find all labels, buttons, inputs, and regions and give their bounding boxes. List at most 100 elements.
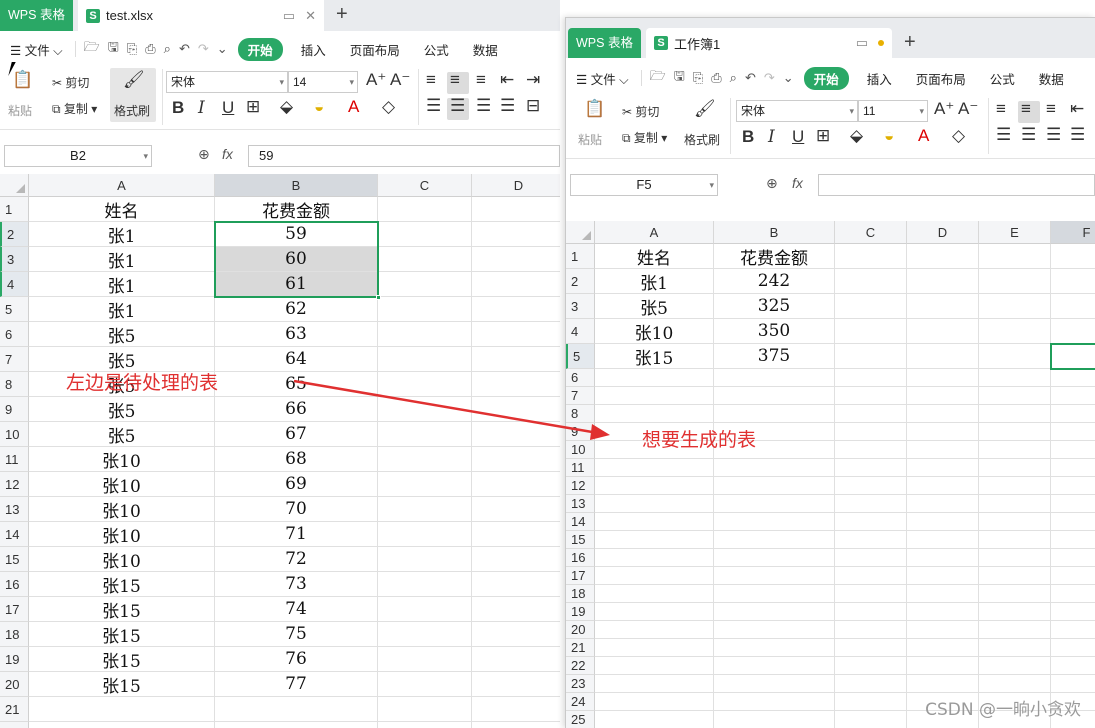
indent-decrease-icon[interactable]: ⇤ (500, 70, 514, 90)
cell-f3[interactable] (1051, 294, 1095, 319)
open-icon[interactable]: 🗁 (80, 38, 104, 60)
export-icon[interactable]: ⎘ (689, 70, 707, 86)
column-header-d[interactable]: D (907, 221, 979, 244)
left-tab-start[interactable]: 开始 (237, 37, 283, 61)
cell-e9[interactable] (979, 423, 1051, 441)
cell-d11[interactable] (907, 459, 979, 477)
cell-d8[interactable] (472, 372, 560, 397)
paste-icon[interactable]: 📋 (12, 70, 33, 90)
cell-a1[interactable]: 姓名 (595, 244, 714, 269)
cell-b19[interactable]: 76 (215, 647, 378, 672)
cell-d1[interactable] (907, 244, 979, 269)
row-header[interactable]: 11 (0, 447, 29, 472)
cell-d6[interactable] (907, 369, 979, 387)
right-name-box[interactable]: F5 ▾ (570, 174, 718, 196)
cell-e2[interactable] (979, 269, 1051, 294)
cell-f23[interactable] (1051, 675, 1095, 693)
cell-b22[interactable] (215, 722, 378, 728)
cell-c22[interactable] (378, 722, 472, 728)
row-header[interactable]: 13 (566, 495, 595, 513)
cell-b4[interactable]: 61 (215, 272, 378, 297)
row-header[interactable]: 16 (566, 549, 595, 567)
cell-c16[interactable] (378, 572, 472, 597)
cell-c7[interactable] (378, 347, 472, 372)
cell-a25[interactable] (595, 711, 714, 728)
cell-d17[interactable] (472, 597, 560, 622)
cell-a20[interactable]: 张15 (29, 672, 215, 697)
cell-c11[interactable] (378, 447, 472, 472)
column-header-a[interactable]: A (29, 174, 215, 197)
align-middle-icon[interactable]: ≡ (1021, 99, 1031, 119)
cell-a17[interactable] (595, 567, 714, 585)
cell-a18[interactable] (595, 585, 714, 603)
cell-d4[interactable] (472, 272, 560, 297)
row-header[interactable]: 7 (566, 387, 595, 405)
cell-b24[interactable] (714, 693, 835, 711)
cell-f14[interactable] (1051, 513, 1095, 531)
cell-b12[interactable]: 69 (215, 472, 378, 497)
cell-c14[interactable] (378, 522, 472, 547)
monitor-icon[interactable]: ▭ (856, 35, 868, 51)
print-icon[interactable]: ⎙ (707, 70, 725, 86)
row-header[interactable]: 17 (0, 597, 29, 622)
cell-c1[interactable] (378, 197, 472, 222)
cell-d19[interactable] (907, 603, 979, 621)
cell-a19[interactable] (595, 603, 714, 621)
right-cut-button[interactable]: ✂ 剪切 (622, 103, 659, 120)
cell-a23[interactable] (595, 675, 714, 693)
cell-e10[interactable] (979, 441, 1051, 459)
row-header[interactable]: 14 (0, 522, 29, 547)
cell-b20[interactable] (714, 621, 835, 639)
cell-f9[interactable] (1051, 423, 1095, 441)
cell-c21[interactable] (835, 639, 907, 657)
export-icon[interactable]: ⎘ (123, 41, 141, 57)
cell-c16[interactable] (835, 549, 907, 567)
cell-b1[interactable]: 花费金额 (714, 244, 835, 269)
cell-e11[interactable] (979, 459, 1051, 477)
cell-b9[interactable]: 66 (215, 397, 378, 422)
cell-f17[interactable] (1051, 567, 1095, 585)
justify-icon[interactable]: ☰ (500, 96, 515, 116)
right-tab-layout[interactable]: 页面布局 (904, 69, 978, 88)
font-color-icon[interactable]: A (348, 97, 359, 117)
align-bottom-icon[interactable]: ≡ (1046, 99, 1056, 119)
row-header[interactable]: 13 (0, 497, 29, 522)
cell-a11[interactable]: 张10 (29, 447, 215, 472)
cell-c12[interactable] (378, 472, 472, 497)
row-header[interactable]: 19 (566, 603, 595, 621)
cell-e1[interactable] (979, 244, 1051, 269)
cell-b3[interactable]: 325 (714, 294, 835, 319)
cell-a8[interactable] (595, 405, 714, 423)
left-tab-insert[interactable]: 插入 (289, 40, 338, 59)
row-header[interactable]: 7 (0, 347, 29, 372)
cell-b11[interactable] (714, 459, 835, 477)
cell-c14[interactable] (835, 513, 907, 531)
row-header[interactable]: 15 (0, 547, 29, 572)
cell-b14[interactable]: 71 (215, 522, 378, 547)
cell-b17[interactable]: 74 (215, 597, 378, 622)
column-header-e[interactable]: E (979, 221, 1051, 244)
cell-b5[interactable]: 375 (714, 344, 835, 369)
cell-f20[interactable] (1051, 621, 1095, 639)
cell-c4[interactable] (835, 319, 907, 344)
cell-a12[interactable] (595, 477, 714, 495)
row-header[interactable]: 14 (566, 513, 595, 531)
paste-icon[interactable]: 📋 (584, 99, 605, 119)
cell-c6[interactable] (378, 322, 472, 347)
row-header[interactable]: 5 (566, 344, 595, 369)
cell-d22[interactable] (472, 722, 560, 728)
open-icon[interactable]: 🗁 (646, 67, 670, 89)
cell-e7[interactable] (979, 387, 1051, 405)
cell-d12[interactable] (907, 477, 979, 495)
eraser-icon[interactable]: ◇ (382, 97, 395, 117)
cell-e3[interactable] (979, 294, 1051, 319)
cell-b8[interactable] (714, 405, 835, 423)
align-top-icon[interactable]: ≡ (426, 70, 436, 90)
cell-b21[interactable] (714, 639, 835, 657)
cell-e17[interactable] (979, 567, 1051, 585)
cell-c15[interactable] (835, 531, 907, 549)
row-header[interactable]: 9 (0, 397, 29, 422)
preview-icon[interactable]: ⌕ (160, 41, 175, 57)
cell-e5[interactable] (979, 344, 1051, 369)
highlight-icon[interactable]: ◒ (314, 97, 324, 117)
